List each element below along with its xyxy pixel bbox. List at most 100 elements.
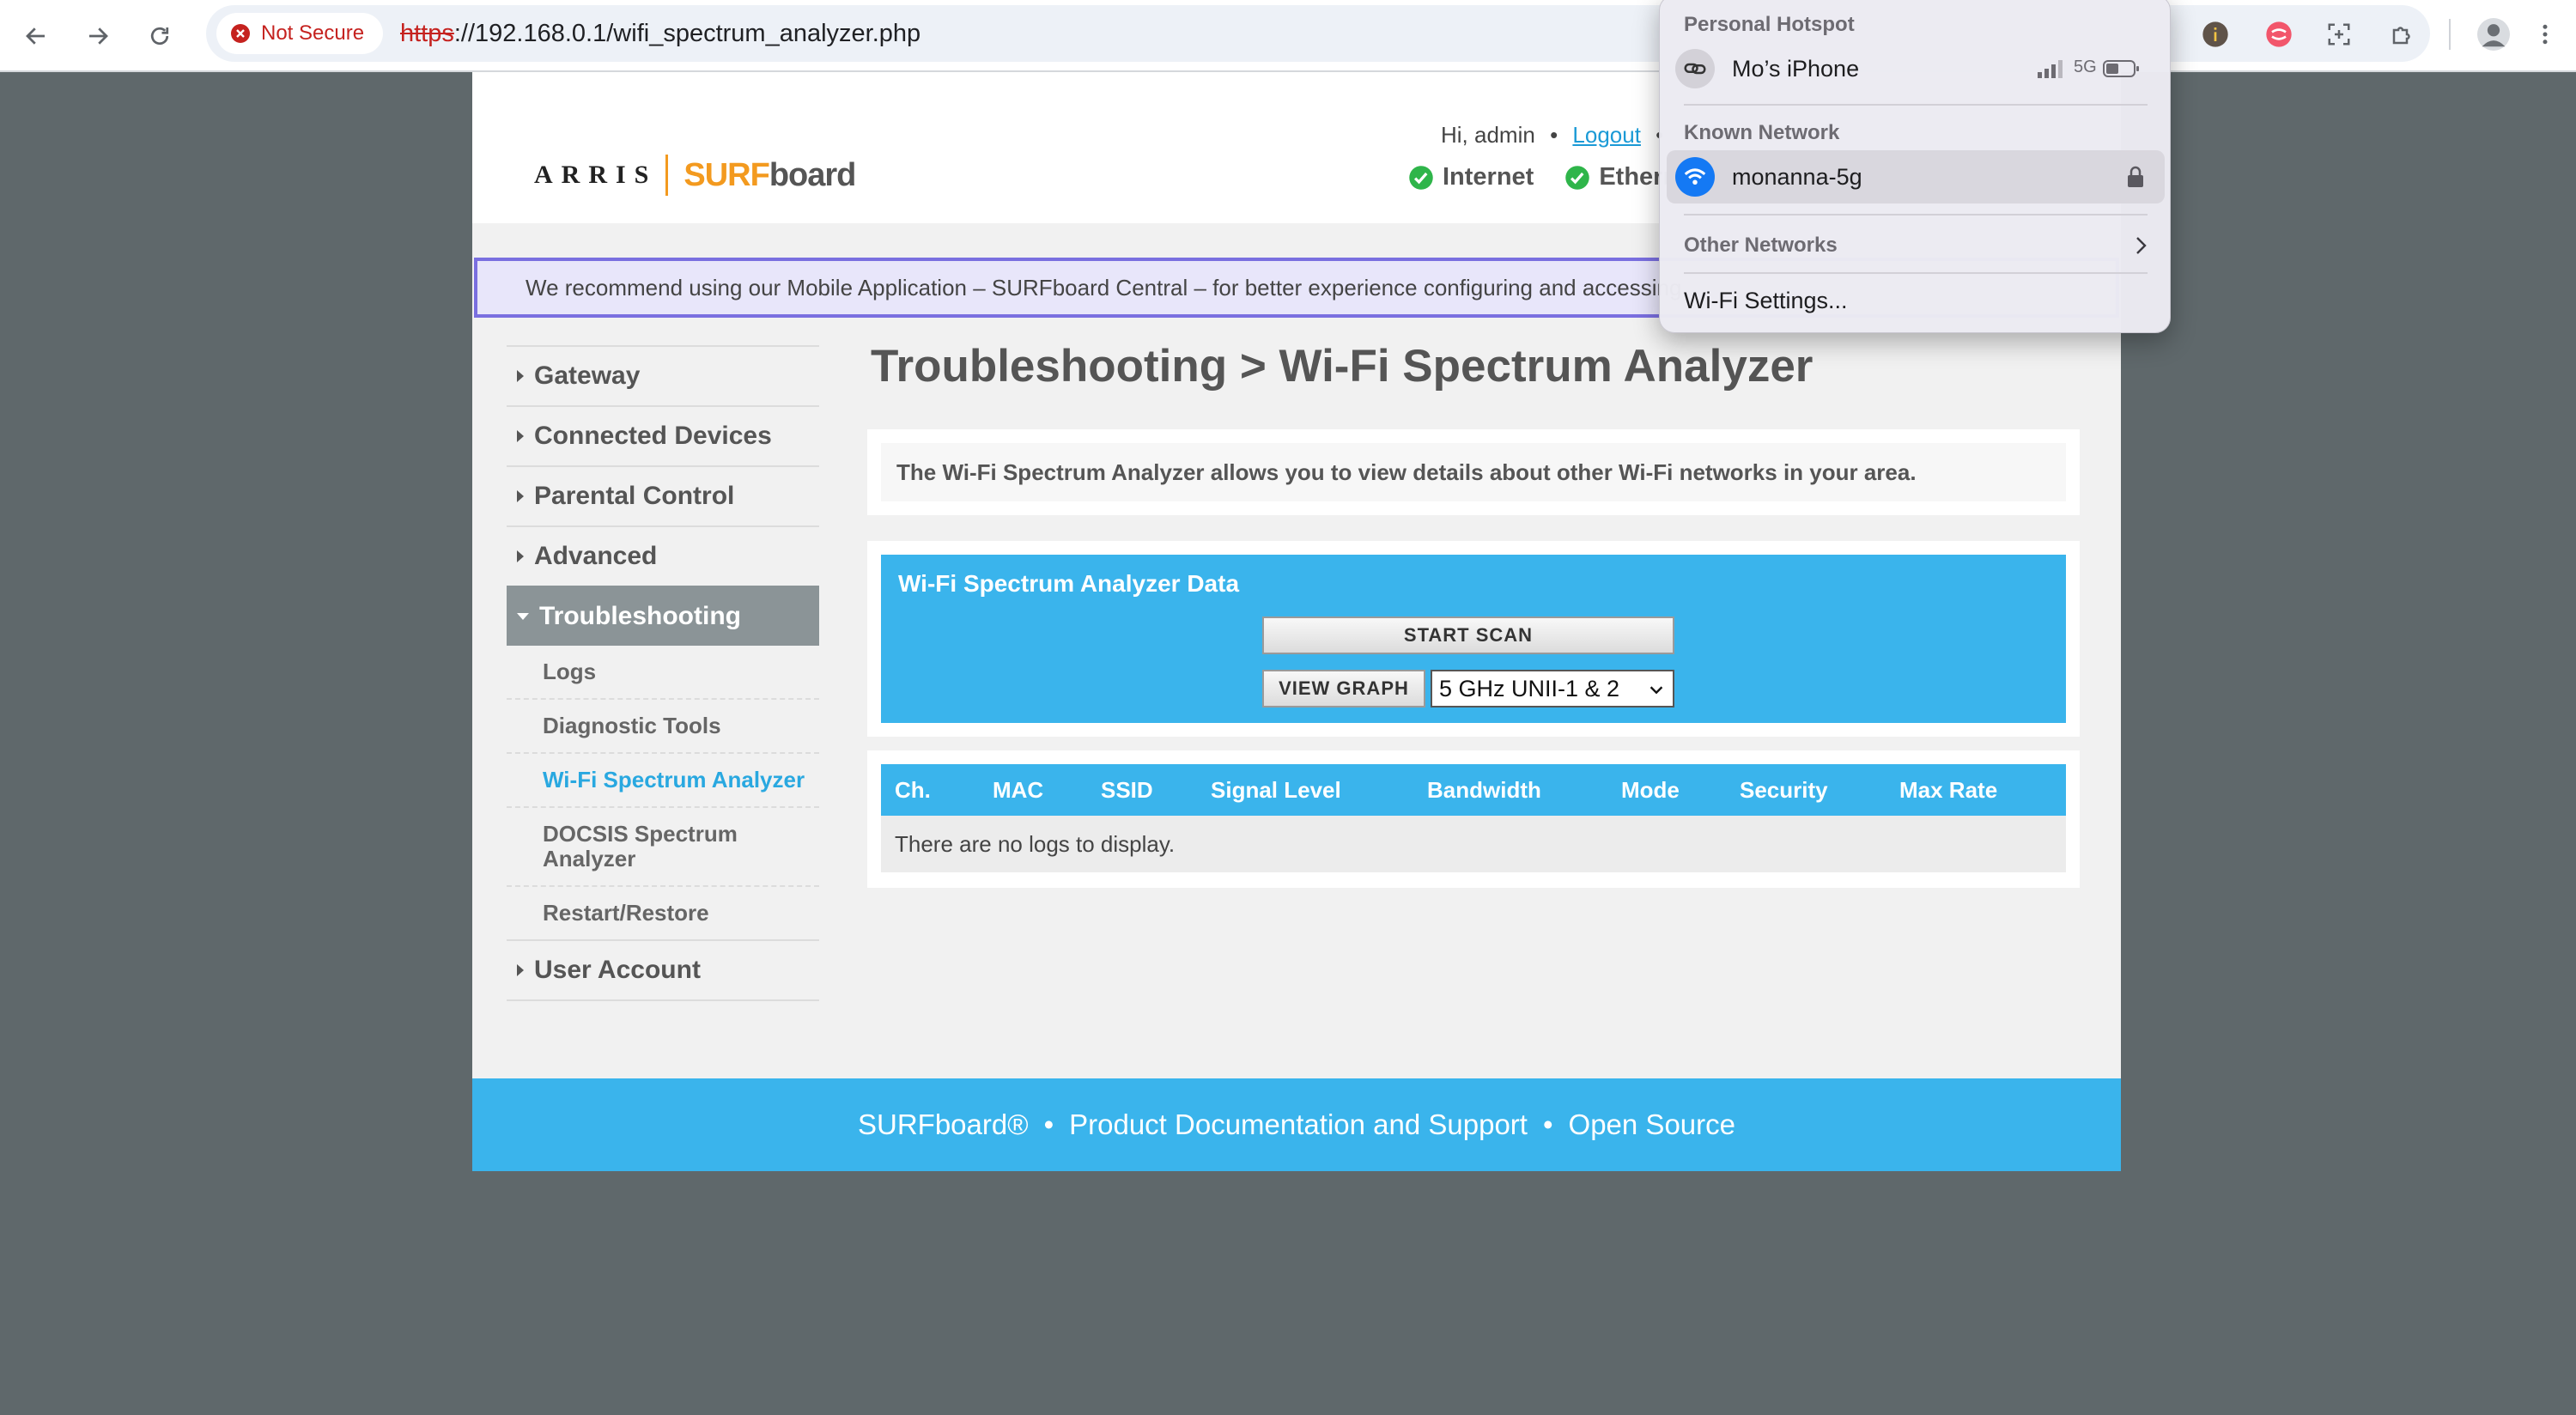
- column-header-signal-level: Signal Level: [1211, 777, 1341, 803]
- known-network-row[interactable]: monanna-5g: [1667, 150, 2165, 203]
- reload-icon: [150, 27, 169, 46]
- separator-dot: •: [1550, 122, 1558, 148]
- band-select[interactable]: 5 GHz UNII-1 & 2: [1431, 670, 1674, 708]
- sidebar-subitem-wifi-spectrum-analyzer[interactable]: Wi-Fi Spectrum Analyzer: [507, 752, 819, 806]
- column-header-security: Security: [1740, 777, 1828, 803]
- analyzer-title: Wi-Fi Spectrum Analyzer Data: [898, 570, 1240, 597]
- band-select-value: 5 GHz UNII-1 & 2: [1439, 676, 1620, 701]
- caret-down-icon: [517, 613, 529, 620]
- caret-right-icon: [517, 370, 524, 382]
- extension-info-icon[interactable]: [2198, 17, 2233, 52]
- board-wordmark: board: [769, 156, 857, 193]
- user-bar: Hi, admin • Logout •: [1441, 122, 1672, 149]
- column-header-ssid: SSID: [1101, 777, 1153, 803]
- hotspot-band-label: 5G: [2074, 58, 2097, 76]
- sidebar-item-troubleshooting[interactable]: Troubleshooting: [507, 586, 819, 646]
- docsis-label-line1: DOCSIS Spectrum: [543, 821, 738, 847]
- column-header-max-rate: Max Rate: [1899, 777, 1998, 803]
- sidebar-subitem-logs[interactable]: Logs: [507, 646, 819, 698]
- wifi-icon: [1675, 157, 1715, 197]
- security-chip[interactable]: Not Secure: [216, 13, 384, 54]
- column-header-channel: Ch.: [895, 777, 931, 803]
- caret-right-icon: [517, 430, 524, 442]
- forward-button[interactable]: [76, 14, 120, 58]
- footer-surfboard-link[interactable]: SURFboard®: [858, 1108, 1029, 1141]
- menu-separator: [1684, 214, 2148, 216]
- sidebar-item-label: Connected Devices: [534, 422, 772, 450]
- sidebar-item-label: Troubleshooting: [539, 602, 741, 630]
- sidebar-item-parental-control[interactable]: Parental Control: [507, 465, 819, 525]
- back-arrow-icon: [26, 27, 45, 45]
- networks-table: Ch. MAC SSID Signal Level Bandwidth Mode…: [867, 750, 2080, 888]
- table-header: Ch. MAC SSID Signal Level Bandwidth Mode…: [881, 764, 2066, 816]
- chevron-right-icon: [2136, 237, 2147, 254]
- column-header-bandwidth: Bandwidth: [1427, 777, 1541, 803]
- url-text[interactable]: https://192.168.0.1/wifi_spectrum_analyz…: [400, 5, 920, 62]
- more-menu-icon[interactable]: [2528, 17, 2562, 52]
- footer-dot: •: [1043, 1108, 1054, 1140]
- cellular-signal-icon: [2038, 60, 2063, 78]
- not-secure-label: Not Secure: [261, 21, 365, 45]
- profile-avatar-icon[interactable]: [2476, 17, 2511, 52]
- description-card: The Wi-Fi Spectrum Analyzer allows you t…: [867, 429, 2080, 515]
- sidebar-item-advanced[interactable]: Advanced: [507, 525, 819, 586]
- sidebar-item-label: Parental Control: [534, 482, 735, 510]
- arris-wordmark: ARRIS: [534, 161, 658, 189]
- logout-link[interactable]: Logout: [1572, 122, 1641, 148]
- view-graph-button[interactable]: VIEW GRAPH: [1262, 670, 1425, 708]
- status-bar: Internet Ethern: [1408, 163, 1678, 191]
- page-title: Troubleshooting > Wi-Fi Spectrum Analyze…: [871, 341, 1814, 392]
- sidebar-subitem-diagnostic-tools[interactable]: Diagnostic Tools: [507, 698, 819, 752]
- sidebar-item-label: Advanced: [534, 542, 658, 570]
- extensions-puzzle-icon[interactable]: [2385, 17, 2420, 52]
- sidebar-item-connected-devices[interactable]: Connected Devices: [507, 405, 819, 465]
- greeting: Hi, admin: [1441, 122, 1535, 148]
- footer-docs-link[interactable]: Product Documentation and Support: [1069, 1108, 1528, 1141]
- sidebar-nav: Gateway Connected Devices Parental Contr…: [507, 345, 819, 1001]
- check-circle-icon: [1409, 165, 1433, 190]
- start-scan-button[interactable]: START SCAN: [1262, 616, 1674, 654]
- extension-red-icon[interactable]: [2262, 17, 2296, 52]
- lock-icon: [2128, 166, 2143, 187]
- sidebar-divider: [507, 999, 819, 1001]
- footer-dot: •: [1542, 1108, 1553, 1140]
- screenshot-icon[interactable]: [2322, 17, 2356, 52]
- known-network-heading: Known Network: [1684, 121, 1840, 144]
- logo-divider: [665, 155, 669, 196]
- browser-toolbar: Not Secure https://192.168.0.1/wifi_spec…: [0, 0, 2576, 72]
- docsis-label-line2: Analyzer: [543, 846, 636, 871]
- url-scheme: https: [400, 20, 454, 47]
- other-networks-label: Other Networks: [1684, 234, 1838, 257]
- caret-right-icon: [517, 964, 524, 976]
- footer-open-source-link[interactable]: Open Source: [1569, 1108, 1735, 1141]
- surfboard-logo[interactable]: ARRIS SURF board: [534, 155, 857, 196]
- known-network-ssid: monanna-5g: [1732, 163, 1862, 190]
- table-empty-message: There are no logs to display.: [881, 816, 2066, 872]
- personal-hotspot-heading: Personal Hotspot: [1684, 13, 1855, 36]
- warning-icon: [231, 24, 250, 43]
- description-text: The Wi-Fi Spectrum Analyzer allows you t…: [881, 443, 2066, 501]
- other-networks-row[interactable]: Other Networks: [1667, 219, 2165, 272]
- caret-right-icon: [517, 490, 524, 502]
- forward-arrow-icon: [89, 27, 108, 45]
- wifi-settings-row[interactable]: Wi-Fi Settings...: [1667, 274, 2165, 327]
- sidebar-item-gateway[interactable]: Gateway: [507, 345, 819, 405]
- internet-label: Internet: [1443, 163, 1534, 191]
- sidebar-subitem-docsis-spectrum-analyzer[interactable]: DOCSIS Spectrum Analyzer: [507, 806, 819, 885]
- analyzer-panel: Wi-Fi Spectrum Analyzer Data START SCAN …: [881, 555, 2066, 723]
- sidebar-item-user-account[interactable]: User Account: [507, 939, 819, 999]
- hotspot-row[interactable]: Mo’s iPhone 5G: [1667, 42, 2165, 95]
- wifi-settings-label: Wi-Fi Settings...: [1684, 287, 1848, 313]
- column-header-mac: MAC: [993, 777, 1044, 803]
- menu-separator: [1684, 104, 2148, 106]
- battery-icon: [2103, 60, 2139, 77]
- reload-button[interactable]: [137, 14, 182, 58]
- toolbar-divider: [2449, 19, 2451, 50]
- status-internet: Internet: [1408, 163, 1534, 191]
- hotspot-link-icon: [1675, 49, 1715, 88]
- column-header-mode: Mode: [1621, 777, 1680, 803]
- surf-wordmark: SURF: [683, 156, 769, 193]
- analyzer-card: Wi-Fi Spectrum Analyzer Data START SCAN …: [867, 541, 2080, 737]
- back-button[interactable]: [14, 14, 58, 58]
- sidebar-subitem-restart-restore[interactable]: Restart/Restore: [507, 885, 819, 939]
